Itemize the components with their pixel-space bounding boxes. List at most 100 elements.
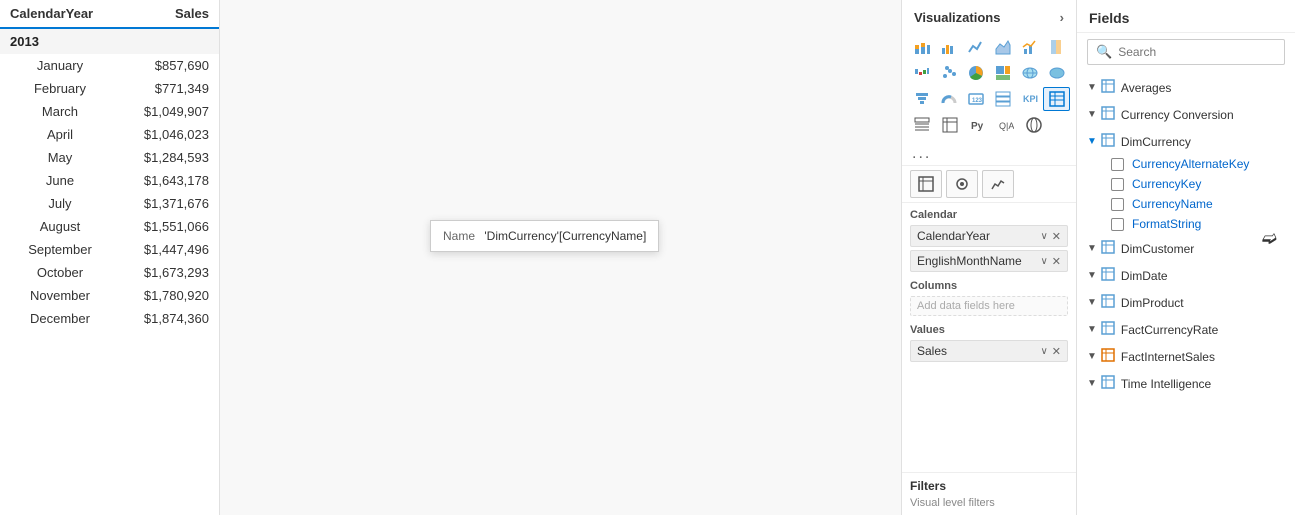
viz-icon-filled-map[interactable]	[1043, 61, 1070, 85]
table-row[interactable]: February $771,349	[0, 77, 219, 100]
table-row[interactable]: November $1,780,920	[0, 284, 219, 307]
viz-icon-qanda[interactable]: Q|A	[992, 113, 1020, 137]
col-header-year: CalendarYear	[0, 0, 120, 28]
field-group-header[interactable]: ▼ DimDate	[1077, 263, 1295, 288]
col-header-sales: Sales	[120, 0, 219, 28]
values-field-1-expand[interactable]: ∨	[1040, 346, 1047, 357]
filters-sublabel: Visual level filters	[910, 497, 1068, 509]
field-group-header[interactable]: ▼ Time Intelligence	[1077, 371, 1295, 396]
field-group-header[interactable]: ▼ DimCurrency	[1077, 129, 1295, 154]
rows-field-1-expand[interactable]: ∨	[1040, 231, 1047, 242]
field-group: ▼ Averages	[1077, 75, 1295, 100]
month-cell: August	[0, 215, 120, 238]
table-row[interactable]: October $1,673,293	[0, 261, 219, 284]
viz-icon-kpi[interactable]: KPI	[1016, 87, 1043, 111]
search-input[interactable]	[1118, 45, 1276, 59]
month-cell: December	[0, 307, 120, 330]
viz-icon-pie[interactable]	[962, 61, 989, 85]
viz-panel-expand-icon[interactable]: ›	[1060, 10, 1064, 25]
columns-placeholder[interactable]: Add data fields here	[910, 296, 1068, 316]
viz-icon-matrix[interactable]	[936, 113, 964, 137]
rows-field-2-expand[interactable]: ∨	[1040, 256, 1047, 267]
values-field-1[interactable]: Sales ∨ ✕	[910, 340, 1068, 362]
viz-icon-gauge[interactable]	[935, 87, 962, 111]
field-checkbox[interactable]	[1111, 198, 1124, 211]
viz-icon-treemap[interactable]	[989, 61, 1016, 85]
viz-ctrl-format-icon[interactable]	[946, 170, 978, 198]
rows-field-1-text: CalendarYear	[917, 229, 1040, 243]
expand-arrow: ▼	[1087, 243, 1097, 254]
sales-cell: $1,371,676	[120, 192, 219, 215]
sales-cell: $1,551,066	[120, 215, 219, 238]
viz-icon-globe[interactable]	[1020, 113, 1048, 137]
viz-icon-funnel[interactable]	[908, 87, 935, 111]
table-row[interactable]: July $1,371,676	[0, 192, 219, 215]
field-item[interactable]: CurrencyAlternateKey	[1105, 154, 1295, 174]
expand-arrow: ▼	[1087, 378, 1097, 389]
year-row: 2013	[0, 28, 219, 54]
viz-ctrl-fields-icon[interactable]	[910, 170, 942, 198]
table-icon	[1101, 267, 1115, 284]
field-item[interactable]: FormatString	[1105, 214, 1295, 234]
table-row[interactable]: December $1,874,360	[0, 307, 219, 330]
viz-icon-row-4: Py Q|A	[908, 113, 1070, 137]
viz-icon-py[interactable]: Py	[964, 113, 992, 137]
filters-label: Filters	[910, 479, 1068, 493]
viz-more-button[interactable]: ...	[902, 143, 1076, 165]
viz-icon-multirow-card[interactable]	[989, 87, 1016, 111]
rows-field-2-close[interactable]: ✕	[1052, 255, 1061, 268]
table-row[interactable]: May $1,284,593	[0, 146, 219, 169]
rows-label: Calendar	[910, 209, 1068, 221]
field-group-header[interactable]: ▼ DimCustomer	[1077, 236, 1295, 261]
field-group-header[interactable]: ▼ FactCurrencyRate	[1077, 317, 1295, 342]
rows-field-2[interactable]: EnglishMonthName ∨ ✕	[910, 250, 1068, 272]
viz-icon-scatter[interactable]	[935, 61, 962, 85]
field-group: ▼ FactCurrencyRate	[1077, 317, 1295, 342]
viz-ctrl-analytics-icon[interactable]	[982, 170, 1014, 198]
viz-icon-slicer[interactable]	[908, 113, 936, 137]
table-row[interactable]: March $1,049,907	[0, 100, 219, 123]
rows-field-1-close[interactable]: ✕	[1052, 230, 1061, 243]
table-row[interactable]: June $1,643,178	[0, 169, 219, 192]
field-group-header[interactable]: ▼ Averages	[1077, 75, 1295, 100]
expand-arrow: ▼	[1087, 351, 1097, 362]
rows-field-1[interactable]: CalendarYear ∨ ✕	[910, 225, 1068, 247]
viz-icon-stacked-bar[interactable]	[908, 35, 935, 59]
field-group-header[interactable]: ▼ DimProduct	[1077, 290, 1295, 315]
field-item[interactable]: CurrencyName	[1105, 194, 1295, 214]
field-group-header[interactable]: ▼ FactInternetSales	[1077, 344, 1295, 369]
viz-icon-map[interactable]	[1016, 61, 1043, 85]
field-checkbox[interactable]	[1111, 178, 1124, 191]
fields-search-bar[interactable]: 🔍	[1087, 39, 1285, 65]
fields-title: Fields	[1089, 10, 1129, 26]
field-group: ▼ Currency Conversion	[1077, 102, 1295, 127]
viz-icon-line-clustered[interactable]	[1016, 35, 1043, 59]
tooltip-box: Name 'DimCurrency'[CurrencyName]	[430, 220, 659, 252]
table-row[interactable]: September $1,447,496	[0, 238, 219, 261]
field-item[interactable]: CurrencyKey	[1105, 174, 1295, 194]
viz-icon-clustered-bar[interactable]	[935, 35, 962, 59]
viz-icon-area[interactable]	[989, 35, 1016, 59]
table-row[interactable]: August $1,551,066	[0, 215, 219, 238]
field-checkbox[interactable]	[1111, 158, 1124, 171]
data-table-panel: CalendarYear Sales 2013 January $857,690…	[0, 0, 220, 515]
viz-icon-ribbon[interactable]	[1043, 35, 1070, 59]
middle-area: Name 'DimCurrency'[CurrencyName]	[220, 0, 902, 515]
viz-icon-waterfall[interactable]	[908, 61, 935, 85]
table-icon	[1101, 321, 1115, 338]
table-row[interactable]: April $1,046,023	[0, 123, 219, 146]
expand-arrow: ▼	[1087, 109, 1097, 120]
values-label: Values	[910, 324, 1068, 336]
viz-icon-card[interactable]: 123	[962, 87, 989, 111]
table-row[interactable]: January $857,690	[0, 54, 219, 77]
field-checkbox[interactable]	[1111, 218, 1124, 231]
viz-icon-table[interactable]	[1043, 87, 1070, 111]
svg-text:Q|A: Q|A	[999, 121, 1014, 131]
month-cell: January	[0, 54, 120, 77]
viz-icon-line[interactable]	[962, 35, 989, 59]
field-name: FormatString	[1132, 217, 1285, 231]
values-field-1-close[interactable]: ✕	[1052, 345, 1061, 358]
field-group-header[interactable]: ▼ Currency Conversion	[1077, 102, 1295, 127]
field-group-name: FactInternetSales	[1121, 350, 1285, 364]
table-icon	[1101, 79, 1115, 96]
